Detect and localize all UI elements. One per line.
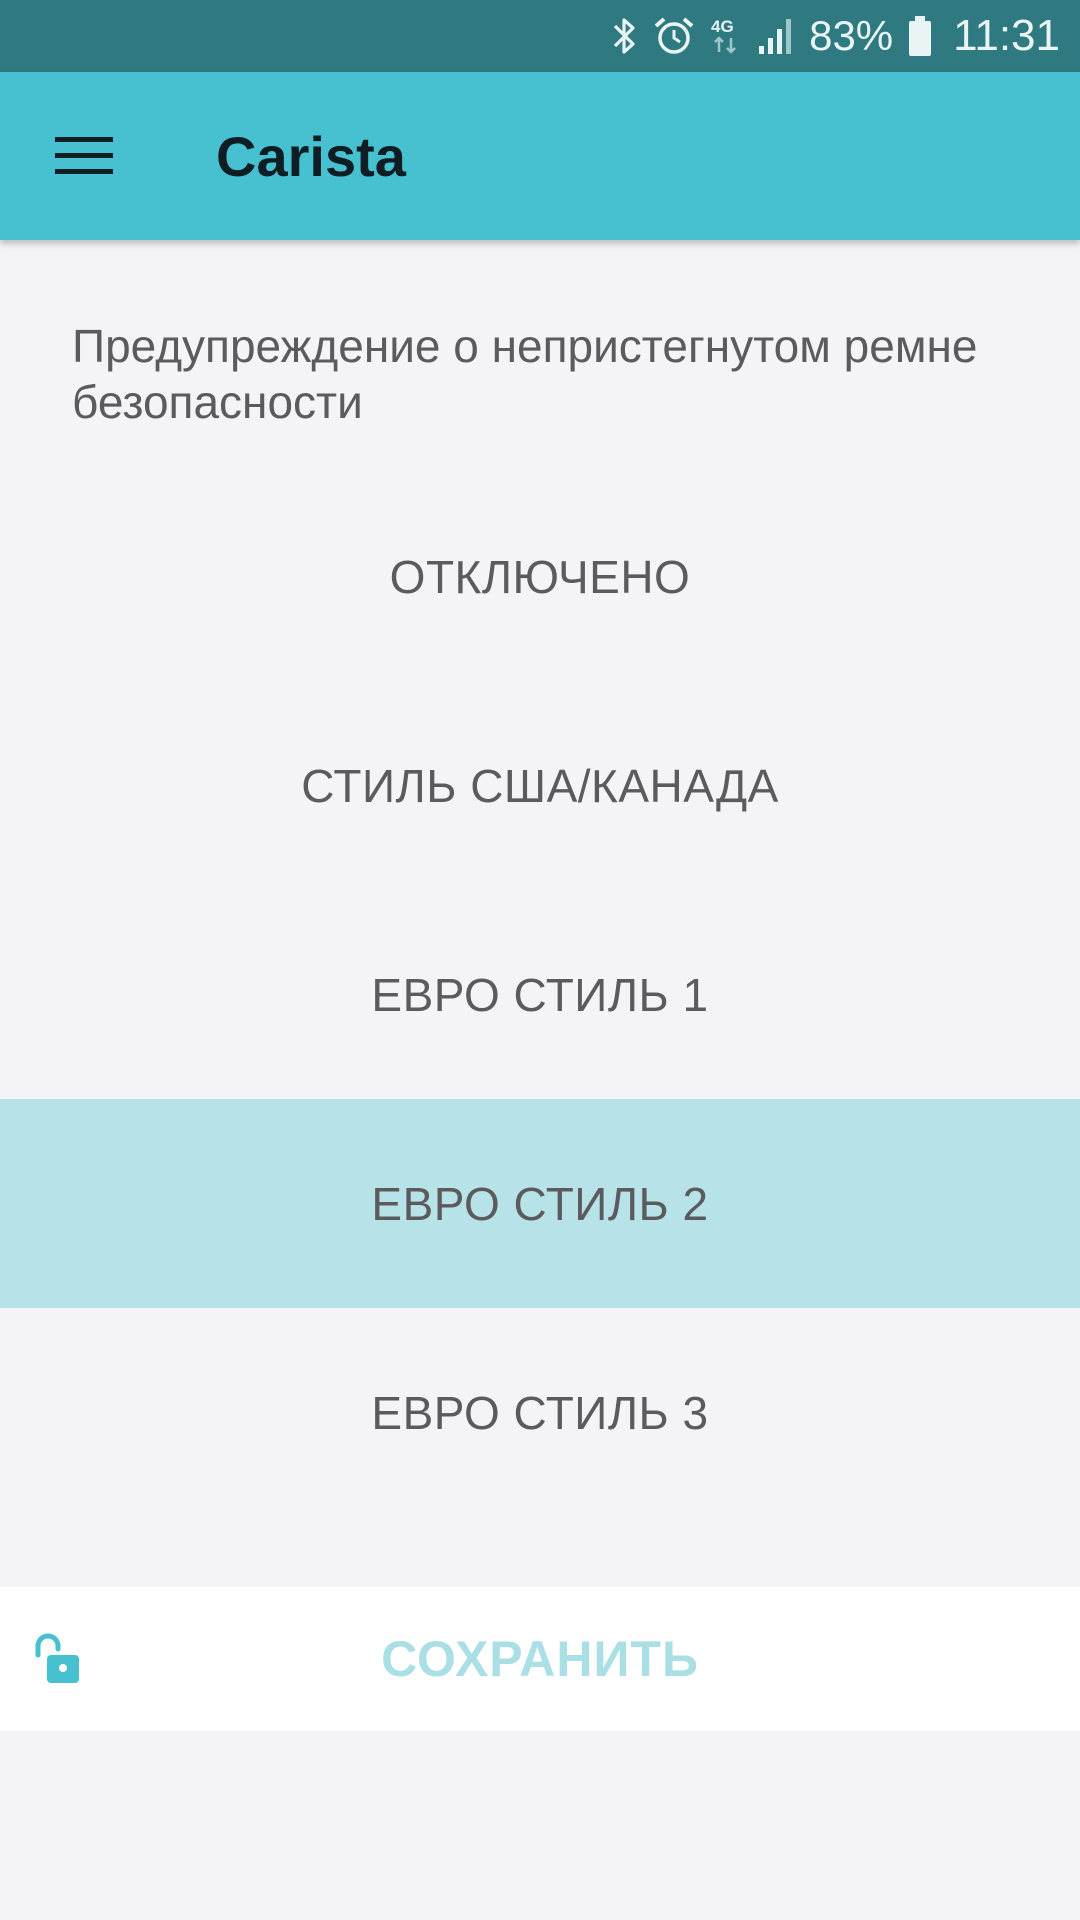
network-label: 4G bbox=[711, 17, 734, 36]
signal-icon bbox=[757, 16, 795, 56]
save-button[interactable]: СОХРАНИТЬ bbox=[351, 1620, 729, 1698]
option-euro-style-1[interactable]: ЕВРО СТИЛЬ 1 bbox=[0, 890, 1080, 1099]
options-list: ОТКЛЮЧЕНО СТИЛЬ США/КАНАДА ЕВРО СТИЛЬ 1 … bbox=[0, 472, 1080, 1517]
setting-title: Предупреждение о непристегнутом ремне бе… bbox=[72, 320, 978, 428]
option-disabled[interactable]: ОТКЛЮЧЕНО bbox=[0, 472, 1080, 681]
menu-button[interactable] bbox=[34, 106, 134, 206]
unlocked-padlock-icon bbox=[35, 1633, 79, 1683]
clock: 11:31 bbox=[953, 11, 1060, 60]
bluetooth-icon bbox=[609, 14, 639, 58]
save-bar: СОХРАНИТЬ bbox=[0, 1587, 1080, 1731]
4g-icon: 4G bbox=[709, 14, 743, 58]
option-euro-style-2[interactable]: ЕВРО СТИЛЬ 2 bbox=[0, 1099, 1080, 1308]
app-title: Carista bbox=[216, 124, 406, 188]
alarm-icon bbox=[653, 15, 695, 57]
option-usa-canada-style[interactable]: СТИЛЬ США/КАНАДА bbox=[0, 681, 1080, 890]
battery-percent: 83% bbox=[809, 12, 894, 59]
status-bar: 4G 83% 11:31 bbox=[0, 0, 1080, 72]
option-euro-style-3[interactable]: ЕВРО СТИЛЬ 3 bbox=[0, 1308, 1080, 1517]
hamburger-menu-icon bbox=[55, 137, 113, 174]
app-bar: Carista bbox=[0, 72, 1080, 240]
battery-icon bbox=[907, 15, 933, 57]
